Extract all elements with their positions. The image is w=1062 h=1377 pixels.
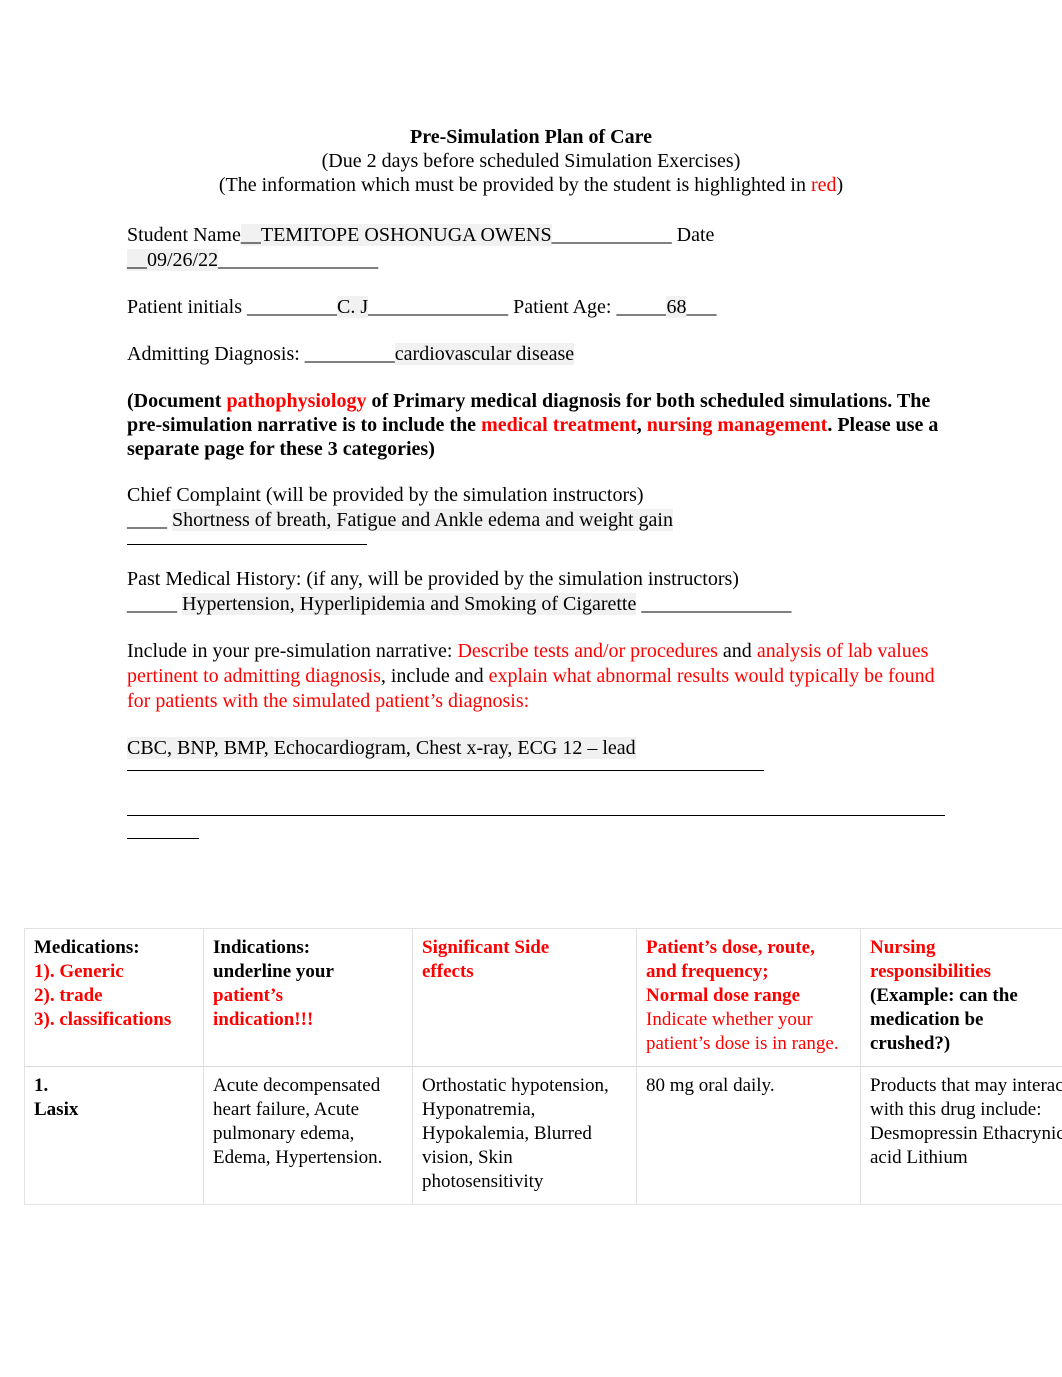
header-cell-indications: Indications: underline your patient’s in… <box>203 928 413 1067</box>
red-note-word: red <box>810 174 837 196</box>
patient-age-trail-underscore: ___ <box>686 296 717 318</box>
header-medications-classifications: 3). classifications <box>34 1009 172 1030</box>
patient-initials-label: Patient initials <box>127 296 247 318</box>
instruction-red-medical-treatment: medical treatment <box>481 414 637 436</box>
pathophysiology-instruction-block: (Document pathophysiology of Primary med… <box>127 389 962 461</box>
patient-age-value[interactable]: 68 <box>666 296 687 318</box>
medication-table: Medications: 1). Generic 2). trade 3). c… <box>24 928 1062 1205</box>
header-medications-trade: 2). trade <box>34 985 103 1006</box>
admitting-diagnosis-value[interactable]: cardiovascular disease <box>394 343 575 365</box>
header-indications-patients: patient’s <box>213 985 284 1006</box>
header-nursing-example-line2: medication be <box>870 1009 984 1030</box>
student-name-line: Student Name__TEMITOPE OSHONUGA OWENS___… <box>127 223 962 273</box>
table-row: 1. Lasix Acute decompensated heart failu… <box>24 1066 1062 1205</box>
student-name-value[interactable]: TEMITOPE OSHONUGA OWENS <box>260 224 552 246</box>
header-dose-line1: Patient’s dose, route, <box>646 937 815 958</box>
header-cell-dose: Patient’s dose, route, and frequency; No… <box>636 928 861 1067</box>
narrative-black-2: and <box>717 640 757 662</box>
narrative-blank-rule-1 <box>127 770 764 771</box>
header-cell-medications: Medications: 1). Generic 2). trade 3). c… <box>24 928 204 1067</box>
narrative-answer-value[interactable]: CBC, BNP, BMP, Echocardiogram, Chest x-r… <box>127 737 636 759</box>
medication-name: Lasix <box>34 1099 79 1120</box>
patient-initials-value[interactable]: C. J <box>337 296 369 318</box>
header-indications-title: Indications: <box>213 937 311 958</box>
document-page: Pre-Simulation Plan of Care (Due 2 days … <box>0 0 1062 1377</box>
admitting-diagnosis-label: Admitting Diagnosis: <box>127 343 305 365</box>
narrative-black-1: Include in your pre-simulation narrative… <box>127 640 458 662</box>
red-note-suffix: ) <box>836 174 844 196</box>
cell-nursing-responsibilities[interactable]: Products that may interact with this dru… <box>860 1066 1062 1205</box>
header-dose-line2: and frequency; <box>646 961 769 982</box>
cell-dose[interactable]: 80 mg oral daily. <box>636 1066 861 1205</box>
past-medical-history-label: Past Medical History: (if any, will be p… <box>127 568 739 590</box>
table-header-row: Medications: 1). Generic 2). trade 3). c… <box>24 928 1062 1067</box>
student-name-trail-underscore: ____________ <box>551 224 672 246</box>
red-highlight-note: (The information which must be provided … <box>0 173 1062 197</box>
date-label: Date <box>676 224 715 246</box>
red-note-prefix: (The information which must be provided … <box>218 174 811 196</box>
header-nursing-line2: responsibilities <box>870 961 992 982</box>
narrative-answer: CBC, BNP, BMP, Echocardiogram, Chest x-r… <box>127 736 962 761</box>
admitting-diagnosis-line: Admitting Diagnosis: _________cardiovasc… <box>127 342 962 367</box>
patient-age-label: Patient Age: <box>508 296 617 318</box>
narrative-blank-rule-2 <box>127 815 945 816</box>
past-medical-history-answer-line: _____ Hypertension, Hyperlipidemia and S… <box>127 592 962 617</box>
chief-complaint-label: Chief Complaint (will be provided by the… <box>127 484 644 506</box>
header-side-effects-line2: effects <box>422 961 474 982</box>
header-nursing-example-line1: (Example: can the <box>870 985 1018 1006</box>
student-name-lead-underscore: __ <box>240 224 261 246</box>
narrative-instruction: Include in your pre-simulation narrative… <box>127 639 962 714</box>
student-name-label: Student Name <box>127 224 241 246</box>
header-side-effects-line1: Significant Side <box>422 937 550 958</box>
chief-complaint-lead-underscore: ____ <box>127 509 172 531</box>
narrative-red-describe-tests: Describe tests and/or procedures <box>457 640 718 662</box>
admitting-diagnosis-lead-underscore: _________ <box>304 343 395 365</box>
chief-complaint-answer-line: ____ Shortness of breath, Fatigue and An… <box>127 508 962 533</box>
header-dose-indicate-note: Indicate whether your patient’s dose is … <box>646 1009 839 1054</box>
past-medical-history-value[interactable]: Hypertension, Hyperlipidemia and Smoking… <box>182 593 637 615</box>
date-trail-underscore: ________________ <box>218 249 379 271</box>
cell-side-effects[interactable]: Orthostatic hypotension, Hyponatremia, H… <box>412 1066 637 1205</box>
past-medical-history-lead-underscore: _____ <box>127 593 182 615</box>
instruction-red-pathophysiology: pathophysiology <box>226 390 367 412</box>
header-nursing-example-line3: crushed?) <box>870 1033 951 1054</box>
date-value[interactable]: 09/26/22 <box>147 249 219 271</box>
due-date-note: (Due 2 days before scheduled Simulation … <box>321 150 741 172</box>
narrative-black-3: , include and <box>380 665 489 687</box>
header-dose-line3: Normal dose range <box>646 985 801 1006</box>
patient-age-lead-underscore: _____ <box>616 296 667 318</box>
header-medications-title: Medications: <box>34 937 140 958</box>
cell-medication-name[interactable]: 1. Lasix <box>24 1066 204 1205</box>
patient-initials-trail-underscore: ______________ <box>368 296 509 318</box>
chief-complaint-value[interactable]: Shortness of breath, Fatigue and Ankle e… <box>172 509 673 531</box>
header-indications-indication: indication!!! <box>213 1009 314 1030</box>
past-medical-history-trail-underscore: _______________ <box>636 593 792 615</box>
header-medications-generic: 1). Generic <box>34 961 124 982</box>
narrative-blank-rule-3 <box>127 838 199 839</box>
form-body: Student Name__TEMITOPE OSHONUGA OWENS___… <box>127 223 962 839</box>
instruction-part-1: (Document <box>127 390 227 412</box>
patient-initials-line: Patient initials _________C. J__________… <box>127 295 962 320</box>
header-indications-underline: underline your <box>213 961 334 982</box>
cell-indications[interactable]: Acute decompensated heart failure, Acute… <box>203 1066 413 1205</box>
patient-initials-lead-underscore: _________ <box>247 296 337 318</box>
medication-number: 1. <box>34 1075 49 1096</box>
header-cell-side-effects: Significant Side effects <box>412 928 637 1067</box>
header-nursing-line1: Nursing <box>870 937 936 958</box>
header-cell-nursing: Nursing responsibilities (Example: can t… <box>860 928 1062 1067</box>
instruction-part-3: , <box>636 414 647 436</box>
instruction-red-nursing-management: nursing management <box>646 414 828 436</box>
page-title: Pre-Simulation Plan of Care <box>409 126 653 148</box>
date-lead-underscore: __ <box>127 249 147 271</box>
